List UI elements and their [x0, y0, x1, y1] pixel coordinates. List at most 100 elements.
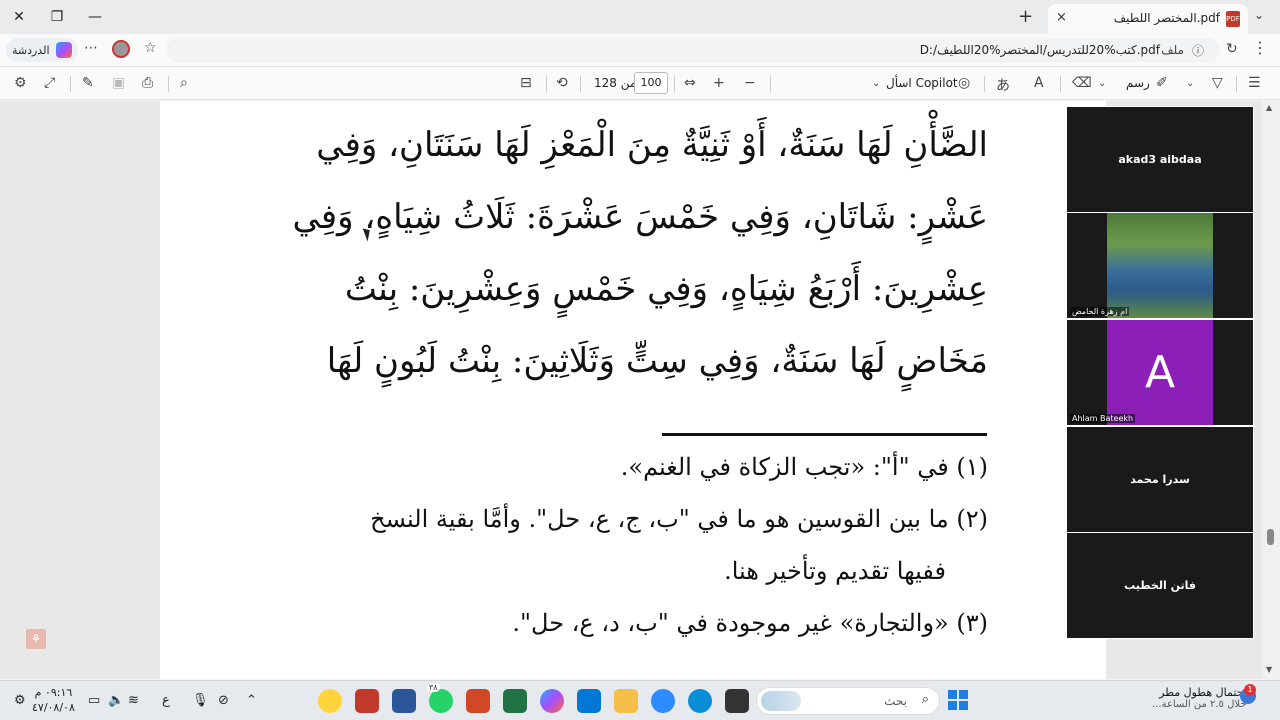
url-text[interactable]: D:/كتب%20للتدريس/المختصر%20اللطيف.pdf: [920, 43, 1160, 57]
scroll-down-icon[interactable]: ▼: [1266, 665, 1272, 674]
zoom-out-icon[interactable]: −: [744, 75, 756, 91]
zoom-app-icon[interactable]: [651, 689, 675, 713]
favorites-icon[interactable]: ☆: [144, 40, 157, 56]
whatsapp-badge: ٣٨: [427, 683, 440, 692]
save-icon[interactable]: ▣: [112, 75, 125, 91]
settings-gear-icon[interactable]: ⚙: [14, 75, 27, 91]
rotate-icon[interactable]: ⟲: [556, 75, 568, 91]
participant-video: [1107, 213, 1213, 318]
terminal-app-icon[interactable]: [725, 689, 749, 713]
participant-name: ام زهرة الحامض: [1070, 307, 1130, 316]
page-number-input[interactable]: 100: [634, 72, 668, 94]
page-count-label: من 128: [594, 76, 637, 90]
notification-settings-icon[interactable]: ⚙: [14, 693, 26, 708]
chat-button[interactable]: الدردشة: [6, 38, 78, 62]
mcafee-app-icon[interactable]: [355, 689, 379, 713]
battery-icon[interactable]: ▭: [88, 693, 100, 708]
fit-width-icon[interactable]: ⇔: [684, 75, 696, 91]
highlight-dropdown-icon[interactable]: ⌄: [1186, 78, 1194, 89]
search-placeholder: بحث: [884, 694, 907, 708]
language-indicator[interactable]: ع: [162, 693, 170, 708]
pdf-icon: PDF: [1226, 11, 1240, 27]
clock-date: ٤٧/٠٨/٠٨: [32, 701, 75, 714]
profile-avatar[interactable]: [112, 40, 130, 58]
eraser-icon[interactable]: ⌫: [1072, 75, 1092, 91]
browser-tab[interactable]: × المختصر اللطيف.pdf PDF: [1048, 4, 1248, 34]
weather-subtitle: خلال ٢.٥ من الساعة...: [1152, 699, 1247, 710]
participant-tile[interactable]: سدرا محمد: [1067, 427, 1253, 532]
search-highlight-art: [761, 691, 801, 711]
word-app-icon[interactable]: [392, 689, 416, 713]
copilot-app-icon[interactable]: [540, 689, 564, 713]
taskbar-search[interactable]: بحث ⌕: [756, 687, 940, 715]
whatsapp-app-icon[interactable]: ٣٨: [427, 683, 453, 713]
participant-avatar: A: [1107, 320, 1213, 425]
address-bar[interactable]: D:/كتب%20للتدريس/المختصر%20اللطيف.pdf مل…: [166, 38, 1220, 62]
excel-app-icon[interactable]: [503, 689, 527, 713]
more-options-icon[interactable]: ⋯: [84, 40, 98, 56]
reload-icon[interactable]: ↻: [1226, 41, 1238, 57]
close-tab-button[interactable]: ×: [1056, 10, 1067, 25]
video-panel: akad3 aibdaa ام زهرة الحامض A Ahlam Bate…: [1066, 106, 1254, 639]
site-info-icon[interactable]: ⓘ: [1192, 42, 1204, 59]
close-window-button[interactable]: ✕: [0, 0, 38, 34]
copilot-dropdown-icon[interactable]: ⌄: [872, 78, 880, 89]
translate-icon[interactable]: あ: [996, 75, 1010, 95]
zoom-in-icon[interactable]: +: [713, 75, 725, 91]
draw-pen-icon[interactable]: ✐: [1156, 75, 1168, 91]
restore-window-button[interactable]: ❐: [38, 0, 76, 34]
contents-list-icon[interactable]: ☰: [1248, 75, 1261, 91]
powerpoint-app-icon[interactable]: [466, 689, 490, 713]
participant-tile[interactable]: فاتن الخطيب: [1067, 533, 1253, 638]
page-view-icon[interactable]: ⊟: [520, 75, 532, 91]
browser-menu-icon[interactable]: ⋮: [1252, 38, 1268, 57]
show-hidden-icons[interactable]: ⌃: [246, 693, 257, 708]
copilot-icon[interactable]: ◎: [958, 75, 970, 91]
volume-icon[interactable]: 🔈: [108, 693, 124, 708]
pdf-page[interactable]: الضَّأْنِ لَهَا سَنَةٌ، أَوْ ثَنِيَّةٌ م…: [160, 101, 1106, 679]
copilot-icon: [55, 42, 72, 58]
minimize-window-button[interactable]: —: [76, 0, 114, 34]
url-scheme-label: ملف: [1161, 43, 1184, 57]
scroll-thumb[interactable]: [1267, 529, 1274, 545]
footnote: (٣) «والتجارة» غير موجودة في "ب، د، ع، ح…: [512, 609, 988, 637]
new-tab-button[interactable]: +: [1018, 6, 1033, 27]
body-line: مَخَاضٍ لَهَا سَنَةٌ، وَفِي سِتٍّ وَثَلَ…: [326, 341, 988, 381]
footnote: (١) في "أ": «تجب الزكاة في الغنم».: [620, 453, 988, 481]
chrome-app-icon[interactable]: [318, 689, 342, 713]
tab-title: المختصر اللطيف.pdf: [1113, 11, 1220, 25]
tab-list-icon[interactable]: ⌄: [1254, 8, 1264, 22]
edit-pdf-icon[interactable]: ✎: [82, 75, 94, 91]
draw-dropdown-icon[interactable]: ⌄: [1098, 78, 1106, 89]
footnote-separator: [662, 433, 987, 436]
weather-widget[interactable]: احتمال هطول مطر خلال ٢.٥ من الساعة...: [1152, 686, 1247, 710]
wifi-icon[interactable]: ≋: [128, 693, 139, 708]
participant-tile[interactable]: akad3 aibdaa: [1067, 107, 1253, 212]
participant-name: Ahlam Bateekh: [1070, 414, 1136, 423]
microphone-icon[interactable]: 🎙: [192, 693, 209, 708]
file-explorer-app-icon[interactable]: [614, 689, 638, 713]
draw-button[interactable]: رسم: [1126, 76, 1150, 90]
pdf-toolbar: ⚙ ⤢ ✎ ▣ ⎙ ⌕ ⊟ ⟲ من 128 100 ⇔ + − ⌄ اسأل …: [0, 66, 1280, 100]
highlight-icon[interactable]: ▽: [1212, 75, 1223, 91]
ask-copilot-button[interactable]: اسأل Copilot: [886, 76, 958, 90]
camera-off-icon[interactable]: ⊘: [218, 693, 229, 708]
fullscreen-icon[interactable]: ⤢: [44, 75, 55, 91]
chat-label: الدردشة: [12, 43, 50, 57]
search-icon: ⌕: [921, 692, 929, 707]
store-app-icon[interactable]: [577, 689, 601, 713]
print-icon[interactable]: ⎙: [142, 75, 153, 91]
read-aloud-icon[interactable]: A: [1034, 75, 1044, 91]
edge-app-icon[interactable]: [688, 689, 712, 713]
weather-title: احتمال هطول مطر: [1159, 686, 1247, 699]
participant-tile[interactable]: ام زهرة الحامض: [1067, 213, 1253, 318]
participant-tile[interactable]: A Ahlam Bateekh: [1067, 320, 1253, 425]
windows-start-icon[interactable]: [948, 690, 968, 710]
acrobat-icon[interactable]: ⚘: [26, 629, 46, 649]
scroll-up-icon[interactable]: ▲: [1266, 103, 1272, 112]
search-icon[interactable]: ⌕: [180, 75, 188, 91]
scrollbar[interactable]: ▲ ▼: [1262, 101, 1280, 679]
body-line: الضَّأْنِ لَهَا سَنَةٌ، أَوْ ثَنِيَّةٌ م…: [316, 125, 988, 165]
participant-name: سدرا محمد: [1130, 473, 1190, 486]
clock[interactable]: ٠٩:١٦ م ٤٧/٠٨/٠٨: [32, 685, 75, 715]
